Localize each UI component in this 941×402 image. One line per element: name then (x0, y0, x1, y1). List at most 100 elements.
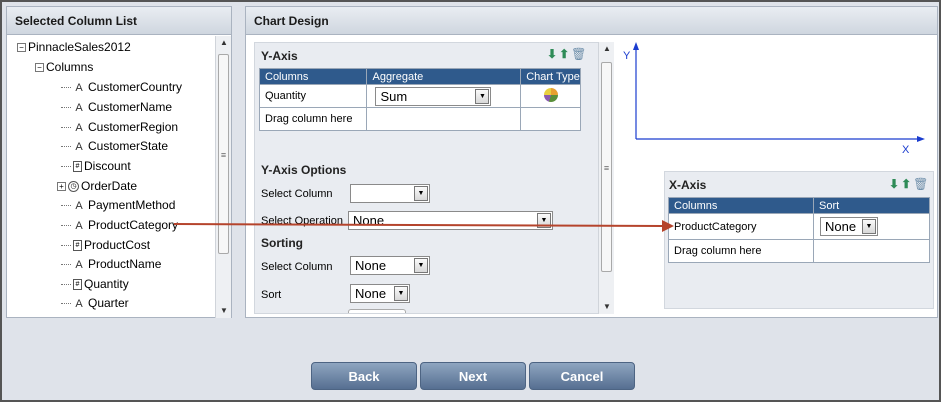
tree-item-label: PaymentMethod (88, 198, 176, 212)
select-operation-label: Select Operation (261, 215, 343, 227)
text-type-icon: A (75, 298, 83, 310)
tree-item-discount[interactable]: # Discount (61, 157, 131, 175)
tree-columns-node[interactable]: − Columns (35, 58, 93, 76)
arrow-down-icon[interactable]: ⬇ (889, 177, 899, 191)
y-axis-scrollbar[interactable]: ▲ ≡ ▼ (598, 42, 614, 314)
tree-item-label: CustomerName (88, 100, 173, 114)
select-operation-value: None (353, 213, 385, 228)
x-column-cell: ProductCategory (668, 213, 814, 240)
arrow-up-icon[interactable]: ⬆ (901, 177, 911, 191)
arrow-down-icon[interactable]: ⬇ (547, 47, 557, 61)
y-axis-arrowhead (633, 42, 639, 50)
tree-item-label: CustomerCountry (88, 80, 183, 94)
table-row: Quantity Sum ▼ (258, 84, 581, 108)
numeric-type-icon: # (73, 161, 82, 173)
tree-item-paymentmethod[interactable]: A PaymentMethod (61, 196, 175, 214)
y-axis-options-title: Y-Axis Options (261, 163, 347, 177)
tree-item-productcategory[interactable]: A ProductCategory (61, 216, 178, 234)
trash-icon[interactable]: 🗑 (913, 177, 928, 191)
column-header-columns: Columns (668, 197, 814, 214)
next-button[interactable]: Next (420, 362, 526, 390)
sorting-select-column-value: None (355, 258, 387, 273)
tree-item-label: ProductCost (84, 238, 151, 252)
chevron-down-icon[interactable]: ▼ (414, 186, 428, 201)
pie-chart-icon[interactable] (543, 87, 558, 102)
text-type-icon: A (75, 220, 83, 232)
x-axis-section: X-Axis ⬇ ⬆ 🗑 Columns Sort ProductCategory … (664, 171, 934, 309)
tree-item-label: Quarter (88, 296, 129, 310)
tree-item-label: Discount (84, 159, 131, 173)
x-sort-select[interactable]: None ▼ (820, 217, 878, 236)
tree-root[interactable]: − PinnacleSales2012 (17, 38, 131, 56)
options-select-column[interactable]: ▼ (350, 184, 430, 203)
scroll-up-icon[interactable]: ▲ (216, 36, 232, 50)
tree-item-label: ProductName (88, 257, 162, 271)
chart-wizard-window: Selected Column List − PinnacleSales2012 … (0, 0, 941, 402)
text-type-icon: A (75, 82, 83, 94)
trash-icon[interactable]: 🗑 (571, 47, 586, 61)
drag-column-here[interactable]: Drag column here (258, 107, 368, 131)
cancel-button[interactable]: Cancel (529, 362, 635, 390)
tree-item-orderdate[interactable]: + ◷ OrderDate (57, 177, 137, 195)
back-button[interactable]: Back (311, 362, 417, 390)
scroll-down-icon[interactable]: ▼ (216, 304, 232, 318)
column-header-chart-type: Chart Type (520, 68, 581, 85)
tree-columns-label: Columns (46, 60, 94, 74)
table-row: Drag column here (668, 239, 930, 263)
chart-type-cell (520, 107, 581, 131)
y-axis-section: Y-Axis ⬇ ⬆ 🗑 Columns Aggregate Chart Type … (254, 42, 600, 314)
select-column-label: Select Column (261, 188, 333, 200)
tree-item-quantity[interactable]: # Quantity (61, 275, 129, 293)
sorting-select-column[interactable]: None ▼ (350, 256, 430, 275)
tree-item-label: OrderDate (81, 179, 138, 193)
table-row: Drag column here (258, 107, 581, 131)
tree-item-productname[interactable]: A ProductName (61, 255, 161, 273)
chart-design-panel: Chart Design Y-Axis ⬇ ⬆ 🗑 Columns Aggregat… (245, 6, 938, 318)
select-operation[interactable]: None ▼ (348, 211, 553, 230)
scroll-up-icon[interactable]: ▲ (599, 42, 615, 56)
sorting-title: Sorting (261, 236, 303, 250)
date-type-icon: ◷ (68, 181, 79, 193)
tree-item-label: Quantity (84, 277, 129, 291)
aggregate-select[interactable]: Sum ▼ (375, 86, 492, 106)
column-header-sort: Sort (813, 197, 930, 214)
text-type-icon: A (75, 102, 83, 114)
collapse-icon[interactable]: − (17, 43, 26, 53)
y-axis-toolbar: ⬇ ⬆ 🗑 (545, 47, 586, 61)
tree-item-quarter[interactable]: A Quarter (61, 294, 129, 312)
sort-select[interactable]: None ▼ (350, 284, 410, 303)
column-tree-scrollbar[interactable]: ▲ ≡ ▼ (215, 36, 231, 318)
scroll-thumb[interactable]: ≡ (601, 62, 612, 272)
chevron-down-icon[interactable]: ▼ (475, 88, 490, 104)
y-axis-grid: Columns Aggregate Chart Type Quantity Su… (258, 68, 581, 131)
aggregate-value: Sum (380, 88, 408, 104)
arrow-up-icon[interactable]: ⬆ (559, 47, 569, 61)
tree-item-customername[interactable]: A CustomerName (61, 98, 172, 116)
expand-icon[interactable]: + (57, 182, 66, 192)
collapse-icon[interactable]: − (35, 63, 44, 73)
drag-column-here[interactable]: Drag column here (668, 239, 814, 263)
sort-cell: None ▼ (813, 213, 930, 240)
tree-item-customercountry[interactable]: A CustomerCountry (61, 78, 182, 96)
column-header-aggregate: Aggregate (366, 68, 522, 85)
x-axis-arrowhead (917, 136, 925, 142)
tree-item-customerstate[interactable]: A CustomerState (61, 137, 168, 155)
aggregate-cell: Sum ▼ (366, 84, 522, 108)
chevron-down-icon[interactable]: ▼ (394, 286, 408, 301)
x-axis-title: X-Axis (669, 178, 707, 192)
numeric-type-icon: # (73, 240, 82, 252)
tree-item-label: ProductCategory (88, 218, 179, 232)
partial-field (348, 309, 406, 313)
tree-item-productcost[interactable]: # ProductCost (61, 236, 150, 254)
scroll-thumb[interactable]: ≡ (218, 54, 229, 254)
scroll-down-icon[interactable]: ▼ (599, 300, 615, 314)
axis-preview: Y X (623, 42, 925, 156)
chevron-down-icon[interactable]: ▼ (537, 213, 551, 228)
text-type-icon: A (75, 200, 83, 212)
sort-value: None (355, 286, 387, 301)
chevron-down-icon[interactable]: ▼ (414, 258, 428, 273)
chevron-down-icon[interactable]: ▼ (862, 219, 876, 234)
sort-cell (813, 239, 930, 263)
tree-item-customerregion[interactable]: A CustomerRegion (61, 118, 178, 136)
text-type-icon: A (75, 259, 83, 271)
